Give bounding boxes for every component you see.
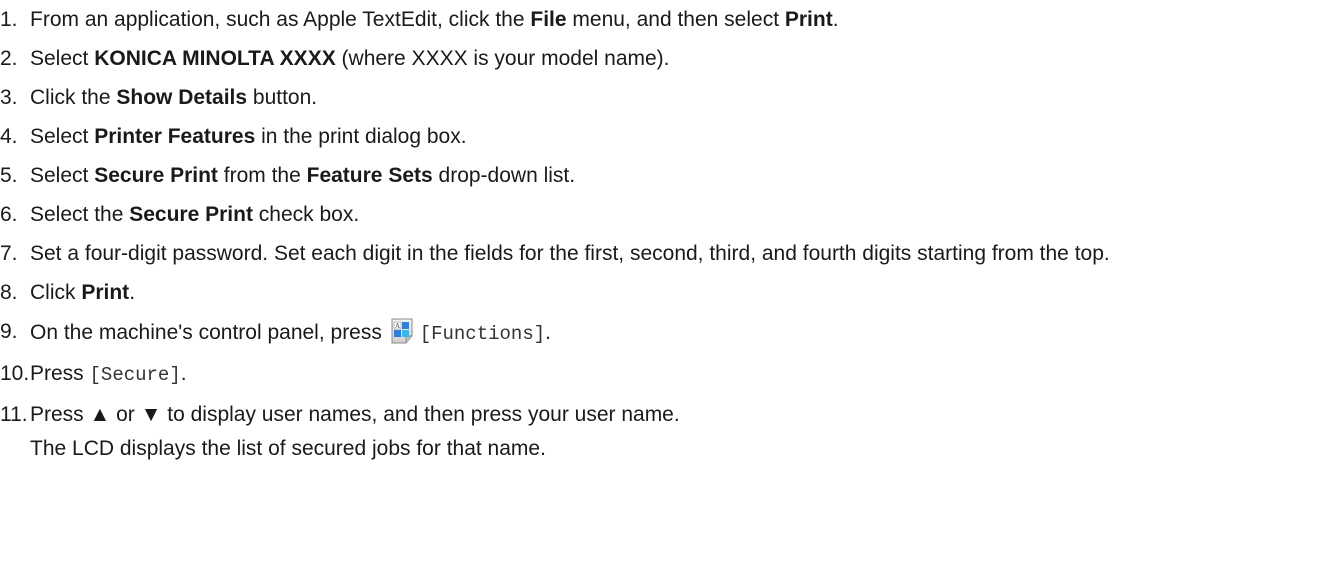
step-number: 8.	[0, 281, 18, 304]
step-4: 4. Select Printer Features in the print …	[0, 125, 467, 148]
feature-sets-label: Feature Sets	[306, 164, 433, 187]
step-9: 9. On the machine's control panel, press…	[0, 318, 551, 345]
step-number: 1.	[0, 8, 18, 31]
step-1: 1. From an application, such as Apple Te…	[0, 8, 839, 31]
printer-features-label: Printer Features	[94, 125, 256, 148]
step-11: 11. Press ▲ or ▼ to display user names, …	[0, 401, 1332, 462]
print-label: Print	[81, 281, 130, 304]
secure-key: [Secure]	[89, 364, 181, 386]
functions-key: [Functions]	[419, 323, 546, 345]
show-details-label: Show Details	[116, 86, 248, 109]
step-note: The LCD displays the list of secured job…	[30, 437, 546, 460]
step-10: 10. Press [Secure].	[0, 362, 187, 386]
step-number: 7.	[0, 242, 18, 265]
printer-model-label: KONICA MINOLTA XXXX	[94, 47, 336, 70]
secure-print-label: Secure Print	[94, 164, 218, 187]
step-7: 7. Set a four-digit password. Set each d…	[0, 242, 1110, 265]
step-number: 9.	[0, 320, 18, 343]
step-number: 3.	[0, 86, 18, 109]
step-number: 4.	[0, 125, 18, 148]
print-label: Print	[784, 8, 833, 31]
file-menu-label: File	[530, 8, 567, 31]
step-number: 6.	[0, 203, 18, 226]
step-number: 5.	[0, 164, 18, 187]
step-2: 2. Select KONICA MINOLTA XXXX (where XXX…	[0, 47, 670, 70]
step-8: 8. Click Print.	[0, 281, 136, 304]
step-number: 11.	[0, 403, 28, 426]
step-number: 10.	[0, 362, 30, 385]
secure-print-label: Secure Print	[129, 203, 253, 226]
step-3: 3. Click the Show Details button.	[0, 86, 318, 109]
step-6: 6. Select the Secure Print check box.	[0, 203, 360, 226]
step-number: 2.	[0, 47, 18, 70]
instruction-steps: 1. From an application, such as Apple Te…	[0, 0, 1332, 462]
functions-icon: A	[390, 318, 416, 344]
step-5: 5. Select Secure Print from the Feature …	[0, 164, 576, 187]
svg-text:A: A	[395, 322, 400, 330]
